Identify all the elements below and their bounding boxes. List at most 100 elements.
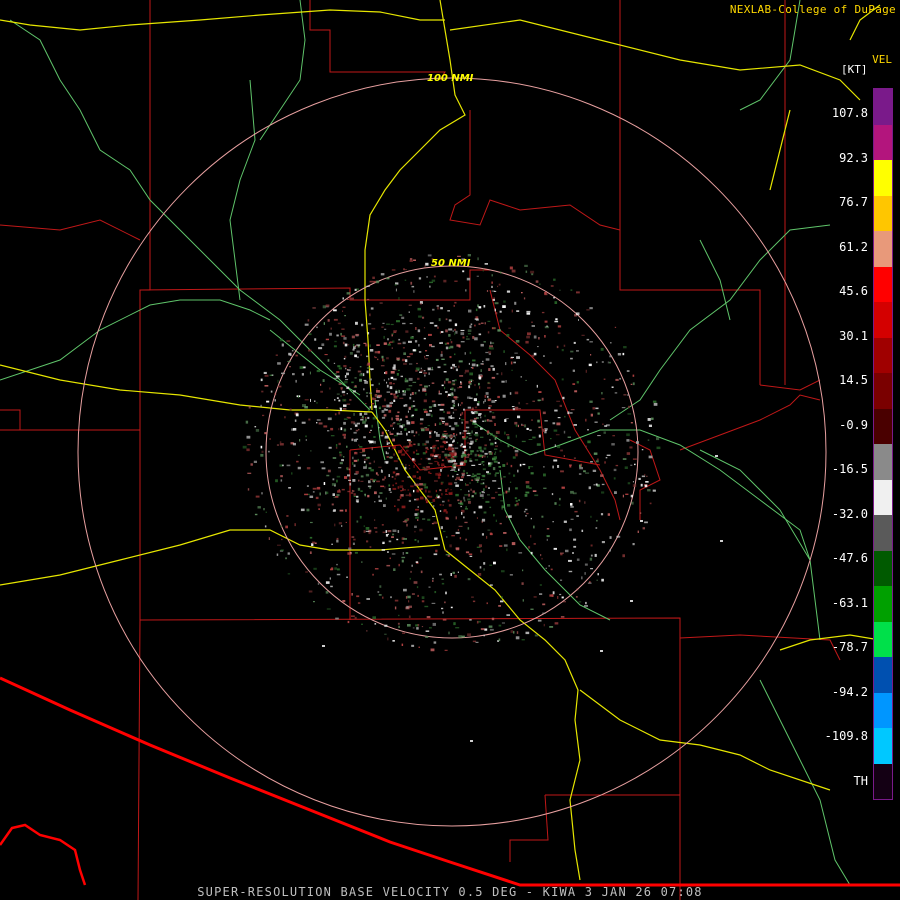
echo-pixel xyxy=(343,399,346,401)
echo-pixel xyxy=(361,323,364,327)
echo-pixel xyxy=(245,420,249,424)
echo-pixel xyxy=(305,439,307,441)
echo-pixel xyxy=(450,437,453,440)
echo-pixel xyxy=(498,283,501,286)
echo-pixel xyxy=(429,413,431,416)
echo-pixel xyxy=(414,483,419,487)
echo-pixel xyxy=(433,275,436,278)
echo-pixel xyxy=(423,337,426,340)
echo-pixel xyxy=(450,366,453,369)
echo-pixel xyxy=(341,454,343,457)
echo-pixel xyxy=(454,574,457,578)
echo-pixel xyxy=(333,509,336,512)
echo-pixel xyxy=(474,318,479,320)
echo-pixel xyxy=(507,436,510,440)
echo-pixel xyxy=(393,568,396,571)
echo-pixel xyxy=(478,413,481,416)
echo-pixel xyxy=(420,488,423,490)
echo-pixel xyxy=(469,482,471,484)
echo-pixel xyxy=(334,523,336,527)
echo-pixel xyxy=(429,472,432,474)
echo-pixel xyxy=(363,460,366,464)
echo-pixel xyxy=(480,427,483,430)
echo-pixel xyxy=(472,600,476,603)
echo-pixel xyxy=(487,331,490,334)
echo-pixel xyxy=(424,486,428,489)
echo-pixel xyxy=(455,330,458,334)
echo-pixel xyxy=(574,390,578,393)
echo-pixel xyxy=(638,477,641,480)
echo-pixel xyxy=(545,567,547,569)
echo-pixel xyxy=(419,422,423,425)
echo-pixel xyxy=(413,581,418,584)
echo-pixel xyxy=(632,382,635,386)
echo-pixel xyxy=(588,363,592,367)
echo-pixel xyxy=(352,462,354,465)
echo-pixel xyxy=(286,464,291,467)
echo-pixel xyxy=(514,406,519,410)
echo-pixel xyxy=(542,603,546,606)
echo-pixel xyxy=(521,582,524,585)
echo-pixel xyxy=(490,442,494,446)
echo-pixel xyxy=(392,640,395,642)
echo-pixel xyxy=(274,399,276,402)
echo-pixel xyxy=(480,363,484,365)
echo-pixel xyxy=(409,323,413,325)
echo-pixel xyxy=(439,408,444,411)
echo-pixel xyxy=(441,466,443,470)
echo-pixel xyxy=(330,435,335,437)
echo-pixel xyxy=(440,403,445,406)
echo-pixel xyxy=(481,533,484,536)
echo-pixel xyxy=(263,371,267,374)
echo-pixel xyxy=(347,299,349,300)
echo-pixel xyxy=(443,530,446,533)
echo-pixel xyxy=(338,383,342,385)
echo-pixel xyxy=(437,366,441,369)
echo-pixel xyxy=(479,566,482,569)
echo-pixel xyxy=(515,453,518,457)
echo-pixel xyxy=(467,527,470,530)
echo-pixel xyxy=(572,369,575,372)
echo-pixel xyxy=(603,378,606,380)
echo-pixel xyxy=(333,496,336,498)
echo-pixel xyxy=(450,339,452,341)
echo-pixel xyxy=(560,449,563,452)
echo-pixel xyxy=(483,562,486,565)
echo-pixel xyxy=(553,459,558,462)
echo-pixel xyxy=(268,537,270,540)
echo-pixel xyxy=(343,421,346,425)
echo-pixel xyxy=(579,467,583,470)
echo-pixel xyxy=(546,325,548,327)
echo-pixel xyxy=(418,315,422,318)
echo-pixel xyxy=(554,409,558,412)
echo-pixel xyxy=(543,355,545,357)
echo-pixel xyxy=(440,482,443,485)
echo-pixel xyxy=(475,316,479,319)
echo-pixel xyxy=(459,479,463,481)
echo-pixel xyxy=(523,510,526,513)
echo-pixel xyxy=(356,495,359,498)
echo-pixel xyxy=(454,353,456,356)
echo-pixel xyxy=(327,469,331,473)
echo-pixel xyxy=(495,472,499,474)
echo-pixel xyxy=(370,478,374,481)
echo-pixel xyxy=(391,476,394,478)
echo-pixel xyxy=(327,430,330,432)
echo-pixel xyxy=(369,392,372,394)
echo-pixel xyxy=(488,347,491,350)
echo-pixel xyxy=(392,366,396,370)
echo-pixel xyxy=(590,568,593,570)
echo-pixel xyxy=(573,457,576,459)
echo-pixel xyxy=(531,273,534,276)
echo-pixel xyxy=(611,443,615,446)
echo-pixel xyxy=(433,505,435,508)
echo-pixel xyxy=(364,458,368,461)
echo-pixel xyxy=(465,551,470,554)
echo-pixel xyxy=(441,384,444,387)
echo-pixel xyxy=(630,464,633,466)
echo-pixel xyxy=(316,486,321,490)
echo-pixel xyxy=(454,323,458,327)
colorbar-segment xyxy=(874,408,892,444)
echo-pixel xyxy=(404,446,408,449)
echo-pixel xyxy=(499,450,502,453)
